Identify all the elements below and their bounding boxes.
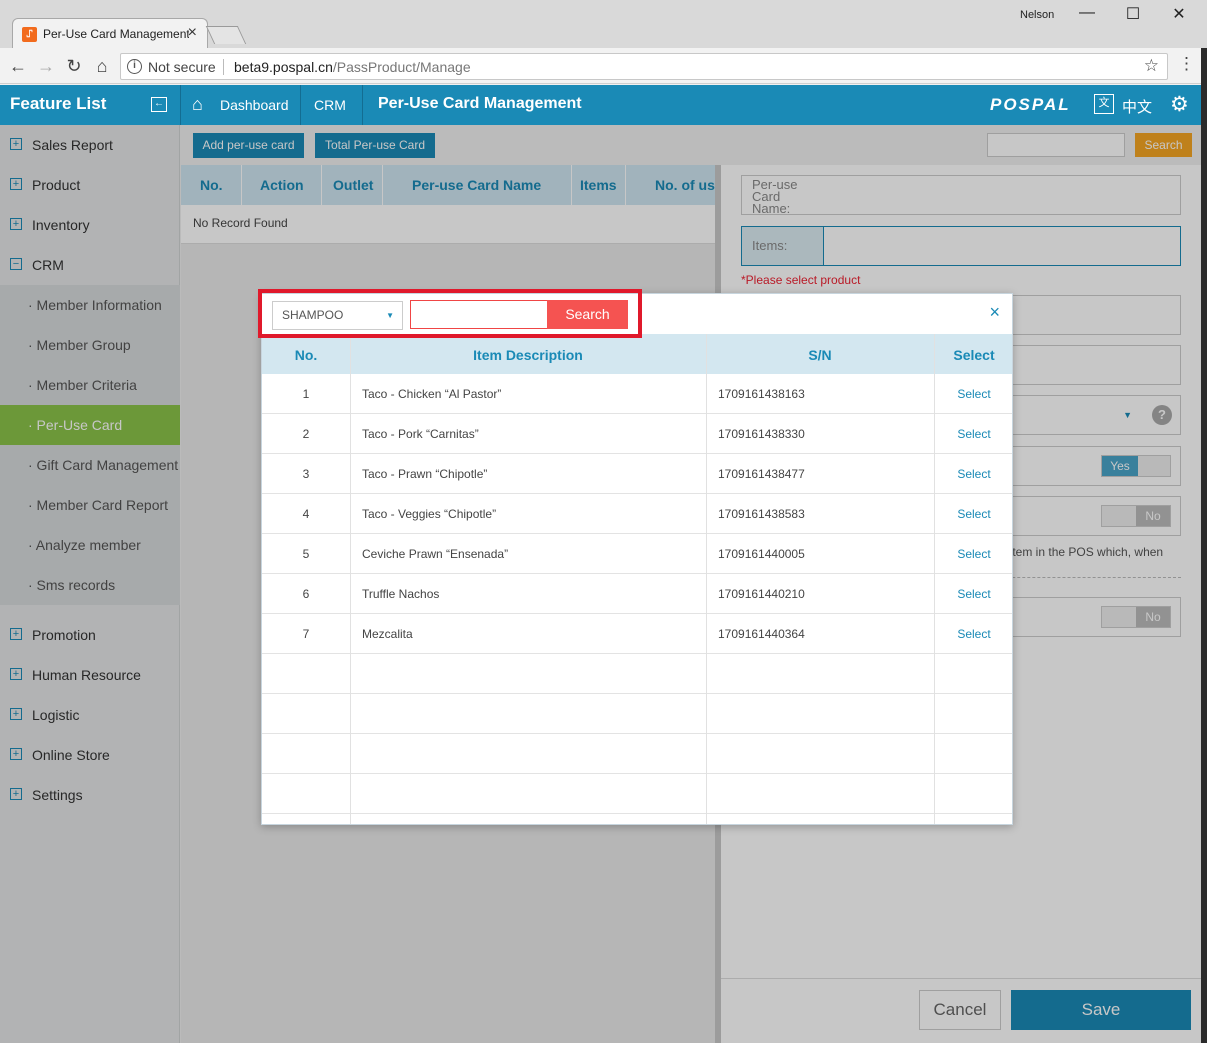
- select-link[interactable]: Select: [934, 627, 1012, 641]
- table-row: 3 Taco - Prawn “Chipotle” 1709161438477 Sel…: [262, 454, 1012, 494]
- column-header-no: No.: [294, 347, 318, 363]
- row-number: 3: [302, 467, 310, 481]
- empty-table-row: [262, 694, 1012, 734]
- page-title: Per-Use Card Management: [378, 95, 582, 112]
- select-link[interactable]: Select: [934, 547, 1012, 561]
- product-table-header: No. Item Description S/N Select: [262, 334, 1012, 374]
- row-number: 2: [302, 427, 310, 441]
- item-sn: 1709161440210: [718, 587, 805, 601]
- info-icon[interactable]: i: [127, 59, 142, 74]
- browser-tab[interactable]: ⑀ Per-Use Card Management ×: [12, 18, 208, 48]
- table-row: 7 Mezcalita 1709161440364 Select: [262, 614, 1012, 654]
- item-description: Taco - Prawn “Chipotle”: [362, 467, 488, 481]
- empty-table-row: [262, 774, 1012, 814]
- back-icon[interactable]: ←: [8, 56, 28, 77]
- item-description: Taco - Veggies “Chipotle”: [362, 507, 497, 521]
- select-product-dialog: SHAMPOO ▼ Search × No. Item Description …: [261, 293, 1013, 825]
- empty-table-row: [262, 654, 1012, 694]
- item-description: Ceviche Prawn “Ensenada”: [362, 547, 509, 561]
- column-header-sn: S/N: [808, 347, 832, 363]
- select-link[interactable]: Select: [934, 387, 1012, 401]
- table-row: 4 Taco - Veggies “Chipotle” 1709161438583 S…: [262, 494, 1012, 534]
- home-icon[interactable]: ⌂: [92, 56, 112, 77]
- item-description: Taco - Chicken “Al Pastor”: [362, 387, 502, 401]
- item-description: Mezcalita: [362, 627, 413, 641]
- profile-name[interactable]: Nelson: [1020, 9, 1054, 21]
- empty-table-row: [262, 734, 1012, 774]
- reload-icon[interactable]: ↻: [64, 56, 84, 77]
- close-icon[interactable]: ×: [989, 302, 1000, 323]
- select-link[interactable]: Select: [934, 427, 1012, 441]
- feature-list-title: Feature List: [10, 94, 107, 113]
- header-divider: [180, 85, 181, 125]
- tab-close-icon[interactable]: ×: [188, 24, 197, 42]
- breadcrumb-crm[interactable]: CRM: [314, 97, 346, 113]
- breadcrumb-separator: [300, 85, 301, 125]
- item-description: Taco - Pork “Carnitas”: [362, 427, 479, 441]
- url-path: /PassProduct/Manage: [332, 59, 471, 75]
- collapse-sidebar-icon[interactable]: ←: [151, 97, 167, 112]
- table-row: 6 Truffle Nachos 1709161440210 Select: [262, 574, 1012, 614]
- column-header-item-description: Item Description: [473, 347, 583, 363]
- item-sn: 1709161438330: [718, 427, 805, 441]
- column-header-select: Select: [953, 347, 995, 363]
- select-link[interactable]: Select: [934, 587, 1012, 601]
- gear-icon[interactable]: ⚙: [1170, 92, 1189, 117]
- maximize-icon[interactable]: ☐: [1123, 4, 1143, 24]
- item-sn: 1709161440364: [718, 627, 805, 641]
- select-link[interactable]: Select: [934, 507, 1012, 521]
- item-sn: 1709161438163: [718, 387, 805, 401]
- url-host: beta9.pospal.cn: [234, 59, 333, 75]
- item-sn: 1709161440005: [718, 547, 805, 561]
- pospal-logo: POSPAL: [990, 95, 1071, 114]
- forward-icon[interactable]: →: [36, 56, 56, 77]
- column-divider: [706, 334, 707, 824]
- column-divider: [350, 334, 351, 824]
- table-row: 2 Taco - Pork “Carnitas” 1709161438330 Sele…: [262, 414, 1012, 454]
- url-text: beta9.pospal.cn/PassProduct/Manage: [234, 59, 471, 75]
- bookmark-star-icon[interactable]: ☆: [1144, 56, 1159, 76]
- empty-table-row: [262, 814, 1012, 824]
- window-edge: [1201, 48, 1207, 1043]
- item-description: Truffle Nachos: [362, 587, 440, 601]
- security-text: Not secure: [148, 59, 216, 75]
- new-tab-button[interactable]: [205, 26, 247, 44]
- select-link[interactable]: Select: [934, 467, 1012, 481]
- table-row: 1 Taco - Chicken “Al Pastor” 1709161438163…: [262, 374, 1012, 414]
- table-row: 5 Ceviche Prawn “Ensenada” 1709161440005 Se…: [262, 534, 1012, 574]
- breadcrumb-separator: [362, 85, 363, 125]
- browser-menu-icon[interactable]: ⋮: [1178, 54, 1195, 74]
- item-sn: 1709161438583: [718, 507, 805, 521]
- column-divider: [934, 334, 935, 824]
- row-number: 7: [302, 627, 310, 641]
- pospal-favicon-icon: ⑀: [22, 27, 37, 42]
- item-sn: 1709161438477: [718, 467, 805, 481]
- omnibox-divider: [223, 59, 224, 75]
- browser-titlebar: ⑀ Per-Use Card Management × Nelson — ☐ ✕: [0, 0, 1207, 48]
- language-toggle[interactable]: 中文: [1122, 96, 1152, 117]
- row-number: 4: [302, 507, 310, 521]
- search-highlight-annotation: [258, 289, 642, 338]
- breadcrumb-dashboard[interactable]: Dashboard: [220, 97, 289, 113]
- app-header: Feature List ← ⌂ Dashboard CRM Per-Use C…: [0, 85, 1201, 125]
- row-number: 1: [302, 387, 310, 401]
- url-field[interactable]: i Not secure beta9.pospal.cn/PassProduct…: [120, 53, 1168, 80]
- language-icon[interactable]: 文: [1094, 94, 1114, 114]
- row-number: 6: [302, 587, 310, 601]
- dashboard-home-icon[interactable]: ⌂: [192, 94, 203, 115]
- tab-title: Per-Use Card Management: [43, 27, 189, 41]
- window-close-icon[interactable]: ✕: [1169, 4, 1189, 24]
- minimize-icon[interactable]: —: [1077, 4, 1097, 22]
- row-number: 5: [302, 547, 310, 561]
- address-bar: ← → ↻ ⌂ i Not secure beta9.pospal.cn/Pas…: [0, 48, 1207, 84]
